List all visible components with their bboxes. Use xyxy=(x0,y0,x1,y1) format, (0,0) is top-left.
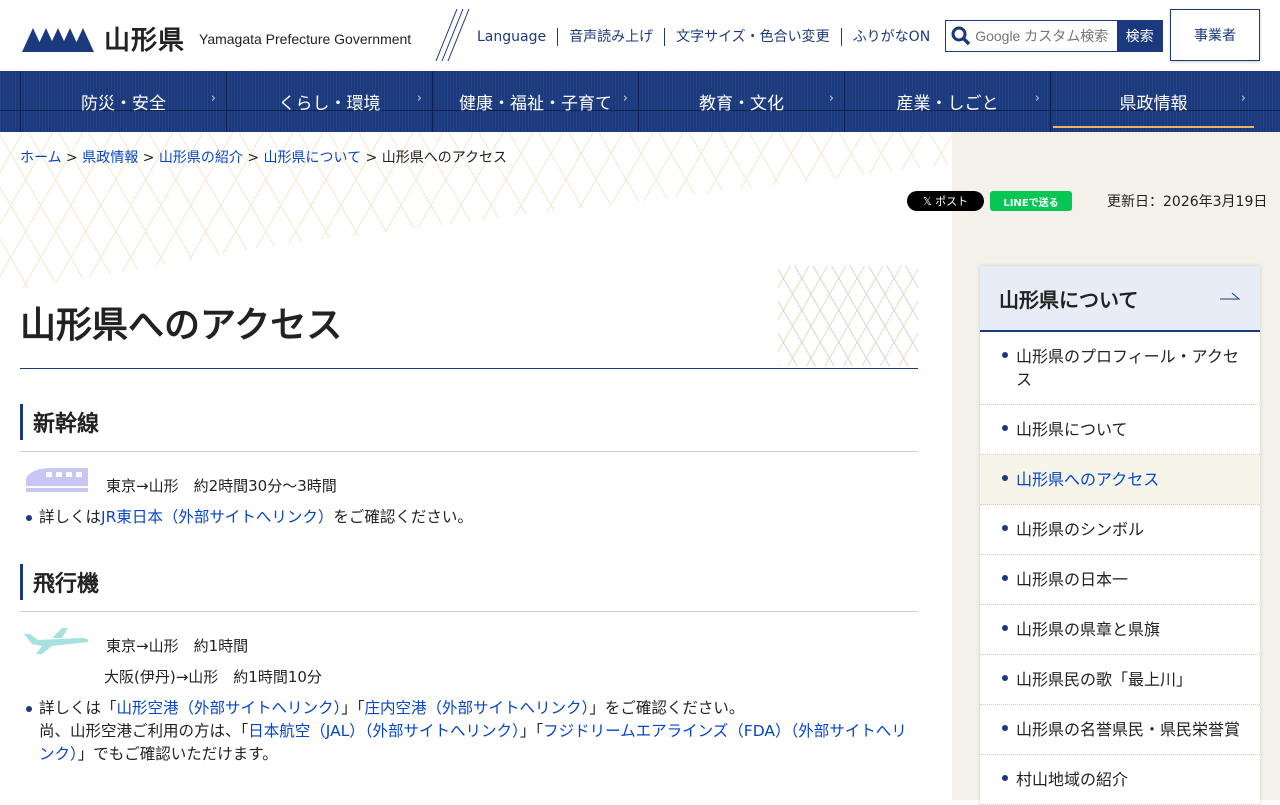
nav-education-culture[interactable]: 教育・文化 › xyxy=(638,71,844,132)
breadcrumb: ホーム > 県政情報 > 山形県の紹介 > 山形県について > 山形県へのアクセ… xyxy=(20,147,507,167)
site-header: 山形県 Yamagata Prefecture Government Langu… xyxy=(0,0,1280,71)
route-text: 東京→山形 約1時間 xyxy=(106,637,249,655)
section-heading: 飛行機 xyxy=(20,564,918,612)
sidebar-item-murayama[interactable]: 村山地域の紹介 xyxy=(980,755,1260,805)
text-size-color-link[interactable]: 文字サイズ・色合い変更 xyxy=(664,28,841,46)
yamagata-airport-link[interactable]: 山形空港（外部サイトへリンク） xyxy=(117,699,342,717)
nav-label: くらし・環境 xyxy=(278,94,381,114)
nav-label: 産業・しごと xyxy=(896,94,999,114)
breadcrumb-separator: > xyxy=(365,150,378,166)
shinkansen-icon xyxy=(24,468,90,492)
nav-health-welfare[interactable]: 健康・福祉・子育て › xyxy=(432,71,638,132)
breadcrumb-separator: > xyxy=(142,150,155,166)
note-text: 尚、山形空港ご利用の方は、「 xyxy=(39,722,249,740)
utility-links: Language 音声読み上げ 文字サイズ・色合い変更 ふりがなON xyxy=(466,28,941,46)
business-button[interactable]: 事業者 xyxy=(1170,9,1260,61)
note-text: 」「 xyxy=(519,722,544,740)
breadcrumb-separator: > xyxy=(247,150,260,166)
nav-industry-work[interactable]: 産業・しごと › xyxy=(844,71,1050,132)
chevron-right-icon: › xyxy=(210,91,216,106)
sidebar-item-about[interactable]: 山形県について xyxy=(980,405,1260,455)
logo-mountains-icon xyxy=(22,27,94,52)
route-text: 東京→山形 約2時間30分～3時間 xyxy=(106,477,337,495)
line-share-button[interactable]: LINEで送る xyxy=(990,191,1072,211)
sidebar-item-emblem-flag[interactable]: 山形県の県章と県旗 xyxy=(980,605,1260,655)
breadcrumb-intro[interactable]: 山形県の紹介 xyxy=(159,150,243,166)
language-link[interactable]: Language xyxy=(466,28,557,46)
x-post-button[interactable]: 𝕏 ポスト xyxy=(907,191,984,211)
note-text: 」「 xyxy=(341,699,365,717)
chevron-right-icon: › xyxy=(1240,91,1246,106)
note-text: 」でもご確認いただけます。 xyxy=(77,745,278,763)
note-text: 詳しくは「 xyxy=(39,699,117,717)
chevron-right-icon: › xyxy=(416,91,422,106)
chevron-right-icon: › xyxy=(828,91,834,106)
note-item: 詳しくは「山形空港（外部サイトへリンク）」「庄内空港（外部サイトへリンク）」をご… xyxy=(20,697,918,766)
note-text: をご確認ください。 xyxy=(333,508,473,526)
nav-label: 防災・安全 xyxy=(81,94,166,114)
sidebar-item-profile[interactable]: 山形県のプロフィール・アクセス xyxy=(980,332,1260,405)
global-nav: 防災・安全 › くらし・環境 › 健康・福祉・子育て › 教育・文化 › 産業・しごと ›… xyxy=(0,71,1280,132)
section-heading: 新幹線 xyxy=(20,404,918,452)
breadcrumb-about[interactable]: 山形県について xyxy=(264,150,362,166)
nav-label: 県政情報 xyxy=(1119,94,1188,114)
route-row: 東京→山形 約2時間30分～3時間 xyxy=(20,464,918,496)
updated-date: 更新日：2026年3月19日 xyxy=(1107,194,1268,210)
nav-label: 教育・文化 xyxy=(699,94,784,114)
arrow-right-icon xyxy=(1220,292,1240,300)
site-logo[interactable]: 山形県 Yamagata Prefecture Government xyxy=(22,20,411,57)
sidebar-item-access[interactable]: 山形県へのアクセス xyxy=(980,455,1260,505)
title-decoration xyxy=(778,266,918,366)
breadcrumb-current: 山形県へのアクセス xyxy=(381,150,508,166)
sidebar-item-link[interactable]: 山形県へのアクセス xyxy=(1016,470,1159,489)
sidebar-title[interactable]: 山形県について xyxy=(980,266,1260,332)
search-icon xyxy=(946,21,975,51)
jal-link[interactable]: 日本航空（JAL）（外部サイトへリンク） xyxy=(248,722,520,740)
breadcrumb-prefectural-info[interactable]: 県政情報 xyxy=(82,150,138,166)
page-title: 山形県へのアクセス xyxy=(20,266,918,369)
note-item: 詳しくはJR東日本（外部サイトへリンク）をご確認ください。 xyxy=(20,506,918,529)
breadcrumb-separator: > xyxy=(66,150,78,166)
social-share: 𝕏 ポスト LINEで送る xyxy=(907,191,1072,211)
main-content: 山形県へのアクセス 新幹線 東京→山形 約2時間30分～3時間 詳しくはJR東日… xyxy=(20,266,918,766)
chevron-right-icon: › xyxy=(622,91,628,106)
shonai-airport-link[interactable]: 庄内空港（外部サイトへリンク） xyxy=(365,699,590,717)
search-input[interactable] xyxy=(975,21,1118,51)
sidebar-item-honorary[interactable]: 山形県の名誉県民・県民栄誉賞 xyxy=(980,705,1260,755)
note-text: 詳しくは xyxy=(39,508,102,526)
nav-label: 健康・福祉・子育て xyxy=(459,94,612,114)
sidebar-item-symbols[interactable]: 山形県のシンボル xyxy=(980,505,1260,555)
chevron-right-icon: › xyxy=(1034,91,1040,106)
sidebar-item-number-one[interactable]: 山形県の日本一 xyxy=(980,555,1260,605)
airplane-icon xyxy=(24,628,89,654)
route-row: 東京→山形 約1時間 xyxy=(20,624,918,656)
sidebar-title-text: 山形県について xyxy=(999,287,1139,312)
page-title-text: 山形県へのアクセス xyxy=(20,305,343,346)
search-button[interactable]: 検索 xyxy=(1117,21,1162,51)
sidebar-item-song[interactable]: 山形県民の歌「最上川」 xyxy=(980,655,1260,705)
nav-living-environment[interactable]: くらし・環境 › xyxy=(226,71,432,132)
search-form: 検索 xyxy=(945,20,1163,52)
note-text: 」をご確認ください。 xyxy=(589,699,745,717)
route-text: 大阪(伊丹)→山形 約1時間10分 xyxy=(104,668,322,686)
logo-text: 山形県 xyxy=(104,26,186,56)
nav-disaster-safety[interactable]: 防災・安全 › xyxy=(20,71,226,132)
nav-prefectural-info[interactable]: 県政情報 › xyxy=(1050,71,1256,132)
breadcrumb-home[interactable]: ホーム xyxy=(20,150,62,166)
sidebar-nav: 山形県について 山形県のプロフィール・アクセス 山形県について 山形県へのアクセ… xyxy=(980,266,1260,805)
read-aloud-link[interactable]: 音声読み上げ xyxy=(557,28,664,46)
logo-english: Yamagata Prefecture Government xyxy=(199,30,412,47)
jr-east-link[interactable]: JR東日本（外部サイトへリンク） xyxy=(101,508,333,526)
furigana-link[interactable]: ふりがなON xyxy=(840,28,942,46)
